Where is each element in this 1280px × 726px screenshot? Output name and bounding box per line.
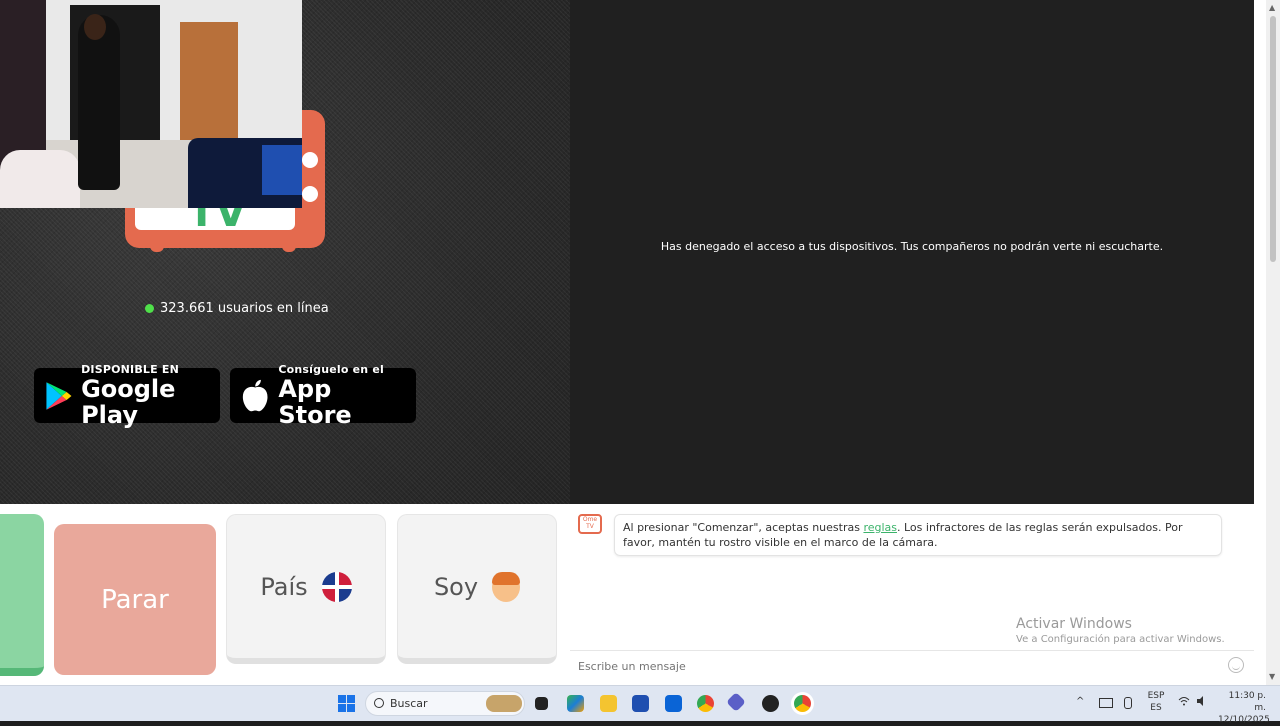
google-play-badge[interactable]: DISPONIBLE EN Google Play [34, 363, 220, 428]
microphone-icon[interactable] [1124, 697, 1132, 709]
taskbar-search-label: Buscar [390, 697, 428, 710]
search-highlight-icon [486, 695, 522, 712]
widgets-icon[interactable] [567, 695, 584, 712]
start-button[interactable] [0, 514, 44, 676]
windows-activation-watermark: Activar Windows Ve a Configuración para … [1016, 616, 1225, 645]
system-clock[interactable]: 11:30 p. m. 12/10/2025 [1218, 690, 1270, 726]
self-webcam-view [0, 0, 302, 208]
country-button-label: País [260, 572, 308, 601]
task-view-icon[interactable] [535, 697, 548, 710]
google-play-big-text: Google Play [81, 375, 176, 429]
ometv-chat-logo-icon: Ome TV [578, 514, 602, 534]
dominican-flag-icon [321, 571, 352, 602]
online-dot-icon [145, 304, 154, 313]
outlook-icon[interactable] [665, 695, 682, 712]
obs-icon[interactable] [762, 695, 779, 712]
scrollbar[interactable]: ▲ ▼ [1266, 0, 1280, 685]
watermark-title: Activar Windows [1016, 616, 1132, 632]
chat-panel: Ome TV Al presionar "Comenzar", aceptas … [570, 504, 1254, 685]
watermark-subtitle: Ve a Configuración para activar Windows. [1016, 634, 1225, 645]
logo-knob [302, 152, 318, 168]
copilot-icon[interactable] [726, 692, 746, 712]
windows-start-icon[interactable] [338, 695, 355, 712]
page-edge [1254, 0, 1266, 685]
logo-knob [302, 186, 318, 202]
webcam-person-head [84, 14, 106, 40]
stop-button-label: Parar [101, 584, 169, 615]
online-count: 323.661 usuarios en línea [160, 301, 329, 316]
online-users: 323.661 usuarios en línea [145, 301, 329, 316]
logo-leg [282, 240, 296, 252]
device-denied-message: Has denegado el acceso a tus dispositivo… [660, 240, 1164, 253]
language-bottom: ES [1150, 703, 1162, 713]
gender-button-label: Soy [433, 572, 479, 601]
clock-date: 12/10/2025 [1218, 715, 1270, 725]
boy-face-icon [492, 571, 521, 602]
partner-video-area: TV 323.661 usuarios en línea DISPONIBLE … [0, 0, 570, 504]
webcam-chair-accent [262, 145, 302, 195]
controls-panel: Parar País Soy [0, 504, 570, 685]
country-button[interactable]: País [226, 514, 386, 664]
chrome-active-icon[interactable] [794, 695, 811, 712]
gender-button[interactable]: Soy [397, 514, 557, 664]
rules-link[interactable]: reglas [863, 521, 897, 534]
wifi-icon[interactable] [1178, 696, 1190, 709]
message-input[interactable] [576, 655, 1220, 677]
webcam-door [180, 22, 238, 146]
scroll-thumb[interactable] [1270, 16, 1276, 262]
stop-button[interactable]: Parar [54, 524, 216, 675]
webcam-white-object [0, 150, 80, 208]
clock-time: 11:30 p. m. [1228, 691, 1266, 713]
emoji-icon[interactable] [1228, 657, 1244, 673]
taskbar-search[interactable]: Buscar [365, 691, 525, 716]
microsoft-store-icon[interactable] [632, 695, 649, 712]
scroll-up-arrow-icon[interactable]: ▲ [1269, 3, 1275, 12]
webcam-person [78, 15, 120, 190]
apple-icon [242, 379, 268, 411]
language-indicator[interactable]: ESP ES [1146, 690, 1166, 714]
system-message: Al presionar "Comenzar", aceptas nuestra… [614, 514, 1222, 556]
language-top: ESP [1147, 691, 1165, 701]
windows-taskbar: Buscar ^ ESP ES 11:30 p. m. 12/10/2025 [0, 685, 1280, 725]
own-video-area: Has denegado el acceso a tus dispositivo… [570, 0, 1254, 504]
battery-icon[interactable] [1099, 698, 1113, 708]
app-store-big-text: App Store [278, 375, 352, 429]
app-store-badge[interactable]: Consíguelo en el App Store [230, 363, 416, 428]
scroll-down-arrow-icon[interactable]: ▼ [1269, 672, 1275, 681]
system-message-text-start: Al presionar "Comenzar", aceptas nuestra… [623, 521, 864, 534]
logo-leg [150, 240, 164, 252]
chat-input-bar [570, 650, 1254, 678]
chrome-icon[interactable] [697, 695, 714, 712]
google-play-icon [46, 381, 72, 410]
tray-expand-icon[interactable]: ^ [1076, 696, 1084, 707]
volume-icon[interactable] [1196, 696, 1208, 709]
file-explorer-icon[interactable] [600, 695, 617, 712]
